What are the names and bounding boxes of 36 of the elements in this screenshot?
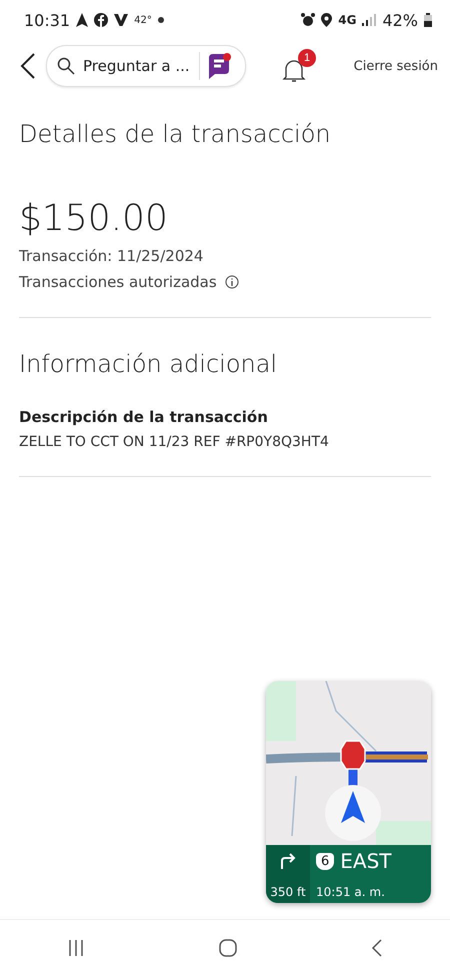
arrival-time: 10:51 a. m.: [316, 885, 386, 899]
back-nav-button[interactable]: [371, 938, 384, 958]
notifications-button[interactable]: 1: [282, 49, 316, 83]
search-icon: [57, 57, 75, 75]
back-button[interactable]: [20, 53, 36, 79]
navigation-overlay[interactable]: 350 ft 6 EAST 10:51 a. m.: [266, 681, 431, 903]
alarm-icon: [301, 13, 316, 27]
v-logo-icon: [114, 14, 128, 26]
navigation-icon: [76, 13, 88, 27]
search-bar[interactable]: Preguntar a ...: [46, 45, 246, 87]
chat-assistant-icon[interactable]: [206, 52, 232, 80]
clock-time: 10:31: [24, 10, 70, 30]
transaction-date: Transacción: 11/25/2024: [19, 247, 204, 265]
network-type: 4G: [338, 13, 356, 27]
route-direction: EAST: [340, 849, 392, 873]
page-title: Detalles de la transacción: [19, 120, 332, 148]
transaction-status: Transacciones autorizadas: [19, 273, 217, 291]
transaction-amount: $150.00: [19, 198, 169, 239]
route-shield: 6: [316, 852, 334, 870]
info-icon[interactable]: [224, 275, 239, 289]
notification-count: 1: [298, 49, 316, 67]
home-button[interactable]: [218, 938, 238, 958]
signal-icon: [362, 14, 376, 26]
temperature: 42°: [134, 14, 152, 26]
location-icon: [321, 13, 332, 27]
recent-apps-button[interactable]: [66, 939, 85, 957]
dot-icon: [158, 17, 164, 23]
facebook-icon: [94, 13, 108, 27]
turn-distance: 350 ft: [270, 885, 306, 899]
description-value: ZELLE TO CCT ON 11/23 REF #RP0Y8Q3HT4: [19, 434, 330, 450]
logout-link[interactable]: Cierre sesión: [354, 58, 438, 74]
battery-icon: [424, 13, 432, 27]
section-title: Información adicional: [19, 350, 278, 378]
description-label: Descripción de la transacción: [19, 408, 269, 426]
turn-right-icon: [278, 851, 298, 871]
battery-percentage: 42%: [382, 10, 418, 30]
